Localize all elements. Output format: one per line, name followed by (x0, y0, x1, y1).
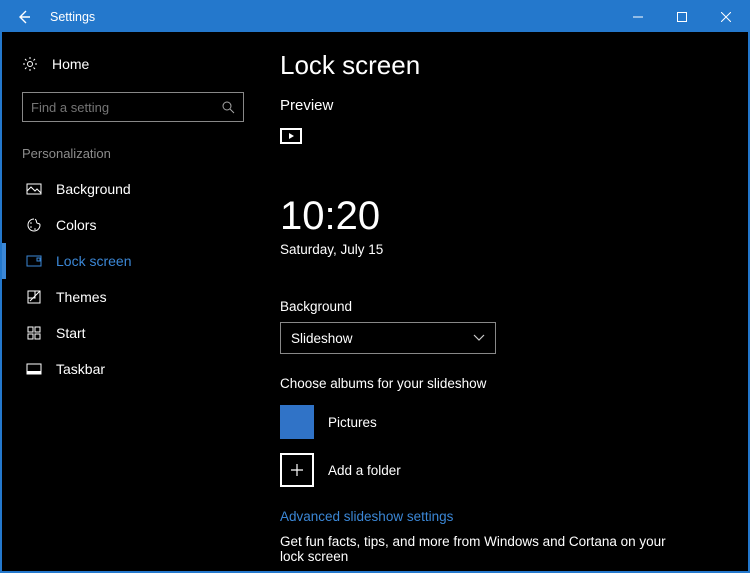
page-title: Lock screen (280, 50, 718, 81)
preview-heading: Preview (280, 97, 718, 114)
settings-gear-icon (22, 56, 38, 72)
tip-text: Get fun facts, tips, and more from Windo… (280, 534, 680, 564)
search-box[interactable] (22, 92, 244, 122)
dropdown-value: Slideshow (291, 331, 353, 346)
preview-date: Saturday, July 15 (280, 242, 718, 257)
albums-label: Choose albums for your slideshow (280, 376, 718, 391)
nav-label: Taskbar (56, 361, 105, 377)
add-folder-label: Add a folder (328, 463, 401, 478)
nav-label: Background (56, 181, 131, 197)
background-dropdown[interactable]: Slideshow (280, 322, 496, 354)
advanced-slideshow-link[interactable]: Advanced slideshow settings (280, 509, 718, 524)
search-input[interactable] (31, 100, 221, 115)
palette-icon (26, 217, 42, 233)
settings-window: Settings Home Pe (0, 0, 750, 573)
start-icon (26, 325, 42, 341)
maximize-button[interactable] (660, 2, 704, 32)
album-item-pictures[interactable]: Pictures (280, 405, 718, 439)
sidebar-item-taskbar[interactable]: Taskbar (2, 351, 264, 387)
sidebar-item-colors[interactable]: Colors (2, 207, 264, 243)
close-icon (721, 12, 731, 22)
minimize-icon (633, 12, 643, 22)
chevron-down-icon (473, 334, 485, 342)
nav-label: Start (56, 325, 86, 341)
preview-clock: 10:20 (280, 196, 718, 236)
sidebar-item-background[interactable]: Background (2, 171, 264, 207)
image-icon (26, 181, 42, 197)
sidebar-home-label: Home (52, 56, 89, 72)
play-icon (289, 133, 294, 139)
preview-thumbnail[interactable] (280, 128, 302, 144)
search-icon (221, 100, 235, 114)
nav-label: Lock screen (56, 253, 131, 269)
themes-icon (26, 289, 42, 305)
window-title: Settings (46, 10, 95, 24)
lock-screen-icon (26, 253, 42, 269)
maximize-icon (677, 12, 687, 22)
background-label: Background (280, 299, 718, 314)
sidebar-section-label: Personalization (2, 140, 264, 171)
album-thumbnail (280, 405, 314, 439)
nav-label: Colors (56, 217, 96, 233)
sidebar: Home Personalization Background Colo (2, 32, 264, 571)
minimize-button[interactable] (616, 2, 660, 32)
add-folder-button[interactable]: Add a folder (280, 453, 718, 487)
plus-icon (280, 453, 314, 487)
nav-label: Themes (56, 289, 107, 305)
taskbar-icon (26, 361, 42, 377)
sidebar-item-start[interactable]: Start (2, 315, 264, 351)
album-name: Pictures (328, 415, 377, 430)
sidebar-item-lock-screen[interactable]: Lock screen (2, 243, 264, 279)
close-button[interactable] (704, 2, 748, 32)
back-arrow-icon (14, 7, 34, 27)
titlebar: Settings (2, 2, 748, 32)
back-button[interactable] (2, 2, 46, 32)
sidebar-home[interactable]: Home (2, 50, 264, 78)
main-panel: Lock screen Preview 10:20 Saturday, July… (264, 32, 748, 571)
sidebar-item-themes[interactable]: Themes (2, 279, 264, 315)
